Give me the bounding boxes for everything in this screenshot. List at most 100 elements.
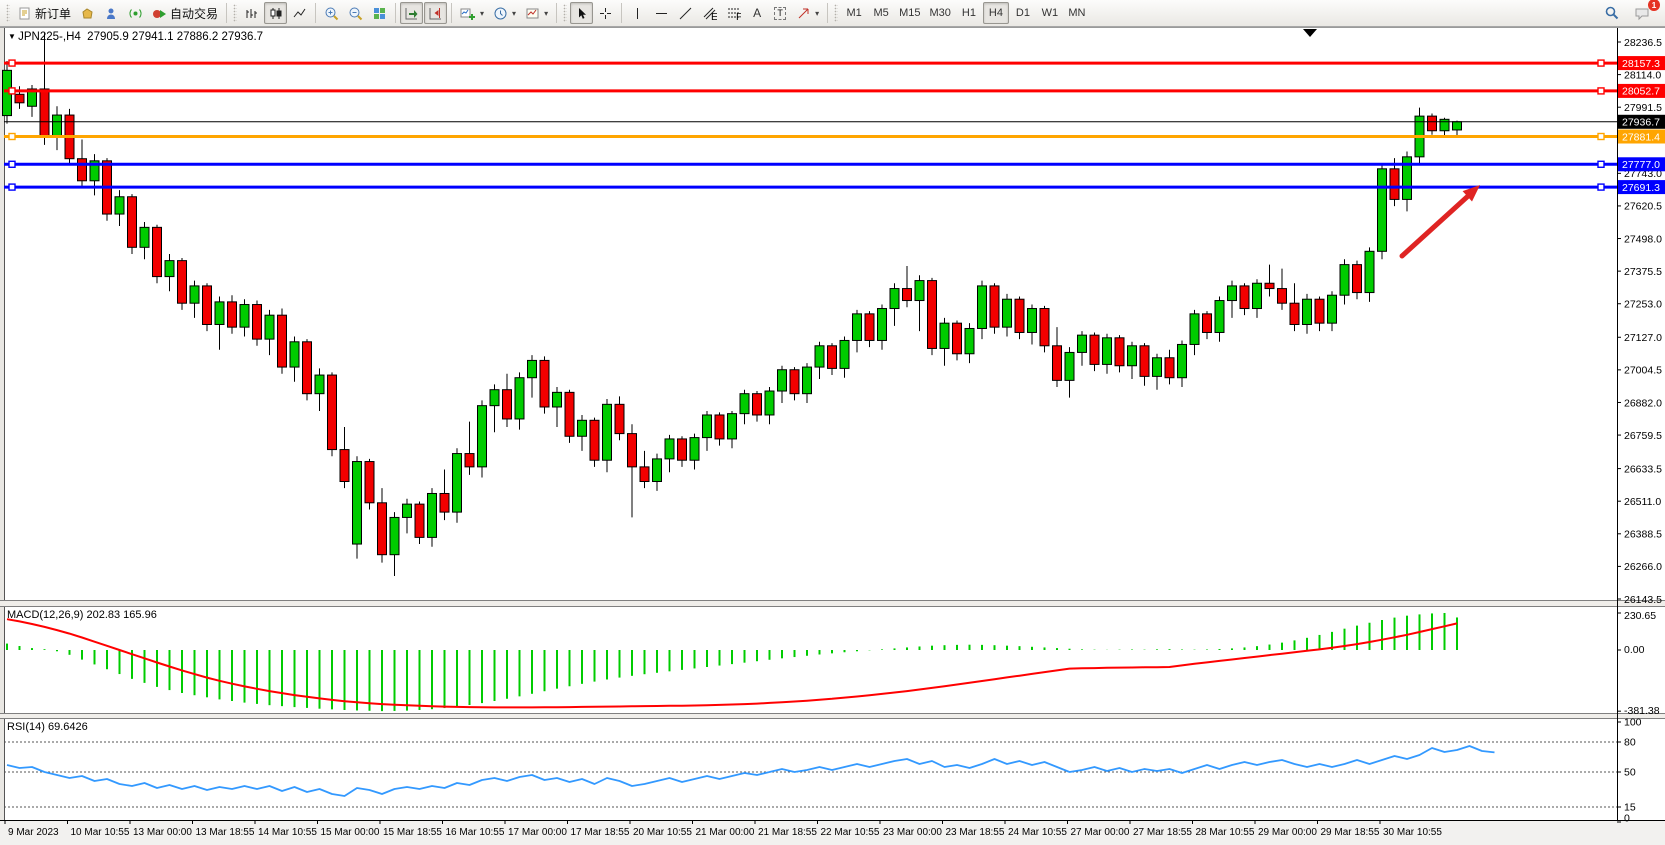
price-tick-label: 26388.5 [1624,529,1662,541]
trendline-button[interactable] [674,2,697,24]
candle [165,261,174,277]
candle [215,302,224,325]
new-order-button[interactable]: 新订单 [13,2,75,24]
line-handle[interactable] [9,134,15,140]
timeframe-W1[interactable]: W1 [1037,2,1063,24]
candle [140,227,149,247]
candle [640,467,649,482]
signals-button[interactable] [124,2,147,24]
line-handle[interactable] [9,60,15,66]
pane-splitter[interactable] [0,600,1665,607]
candle [265,315,274,339]
new-order-label: 新订单 [35,5,71,22]
line-handle[interactable] [1598,134,1604,140]
candle [765,391,774,415]
chart-shift-button[interactable] [424,2,447,24]
candle [278,315,287,367]
notification-badge: 1 [1648,0,1660,11]
candle [1103,338,1112,365]
candle [303,342,312,394]
price-badge: 27777.0 [1618,157,1665,171]
macd-pane-label: MACD(12,26,9) 202.83 165.96 [7,609,157,621]
timeframe-H1[interactable]: H1 [956,2,982,24]
line-handle[interactable] [9,184,15,190]
line-handle[interactable] [1598,184,1604,190]
text-button[interactable]: A [746,2,768,24]
fibonacci-button[interactable]: F [722,2,745,24]
candle [603,404,612,460]
zoom-in-button[interactable] [320,2,343,24]
candle [778,370,787,391]
zoom-in-icon [324,6,339,21]
templates-icon [525,6,540,21]
time-tick-label: 23 Mar 00:00 [883,827,942,838]
macd-tick-label: -381.38 [1624,705,1660,717]
timeframe-M1[interactable]: M1 [841,2,867,24]
candle [915,281,924,301]
candle [240,305,249,328]
bar-chart-icon [244,6,259,21]
timeframe-M30[interactable]: M30 [926,2,955,24]
zoom-out-button[interactable] [344,2,367,24]
horizontal-line-button[interactable] [650,2,673,24]
candle [665,439,674,459]
chart-canvas[interactable]: 28236.528114.027991.527869.027743.027620… [0,0,1665,845]
text-label-icon: T [774,7,786,20]
candle [40,89,49,137]
line-handle[interactable] [1598,161,1604,167]
symbol-dropdown-icon: ▼ [8,32,18,41]
search-button[interactable] [1600,2,1624,24]
price-tick-label: 26266.0 [1624,561,1662,573]
timeframe-H4[interactable]: H4 [983,2,1009,24]
notifications-button[interactable]: 1 [1630,2,1655,24]
time-tick-label: 22 Mar 10:55 [821,827,880,838]
svg-text:28052.7: 28052.7 [1622,86,1660,98]
candle [878,309,887,341]
time-tick-label: 28 Mar 10:55 [1196,827,1255,838]
candle [1265,283,1274,288]
candle [1203,314,1212,333]
candle [578,420,587,436]
candle [1178,344,1187,377]
bar-chart-button[interactable] [240,2,263,24]
cursor-button[interactable] [570,2,593,24]
tile-windows-button[interactable] [368,2,391,24]
line-handle[interactable] [1598,60,1604,66]
timeframe-M15[interactable]: M15 [895,2,924,24]
candle [1253,283,1262,308]
time-tick-label: 27 Mar 00:00 [1071,827,1130,838]
line-handle[interactable] [1598,88,1604,94]
auto-scroll-button[interactable] [400,2,423,24]
templates-button[interactable]: ▾ [521,2,552,24]
candlestick-chart-button[interactable] [264,2,287,24]
toolbar-separator [395,3,396,23]
periods-button[interactable]: ▾ [489,2,520,24]
candle [1428,116,1437,131]
equidistant-channel-button[interactable]: E [698,2,721,24]
chart-title[interactable]: ▼ JPN225-,H4 27905.9 27941.1 27886.2 279… [8,31,263,43]
line-handle[interactable] [9,88,15,94]
profile-button[interactable] [76,2,99,24]
arrows-button[interactable]: ▾ [792,2,823,24]
line-handle[interactable] [9,161,15,167]
timeframe-MN[interactable]: MN [1064,2,1090,24]
candle [703,415,712,438]
candle [728,414,737,439]
auto-trading-button[interactable]: 自动交易 [148,2,222,24]
new-chart-button[interactable]: ▾ [456,2,488,24]
crosshair-button[interactable] [594,2,617,24]
candle [990,286,999,327]
text-label-button[interactable]: T [769,2,791,24]
chart-shift-icon [428,6,443,21]
timeframe-D1[interactable]: D1 [1010,2,1036,24]
market-watch-button[interactable] [100,2,123,24]
candle [1090,335,1099,364]
candle [340,450,349,482]
svg-text:F: F [736,11,741,21]
candle [1378,169,1387,251]
line-chart-button[interactable] [288,2,311,24]
candle [1215,301,1224,333]
vertical-line-button[interactable] [626,2,649,24]
candle [365,462,374,503]
timeframe-M5[interactable]: M5 [868,2,894,24]
